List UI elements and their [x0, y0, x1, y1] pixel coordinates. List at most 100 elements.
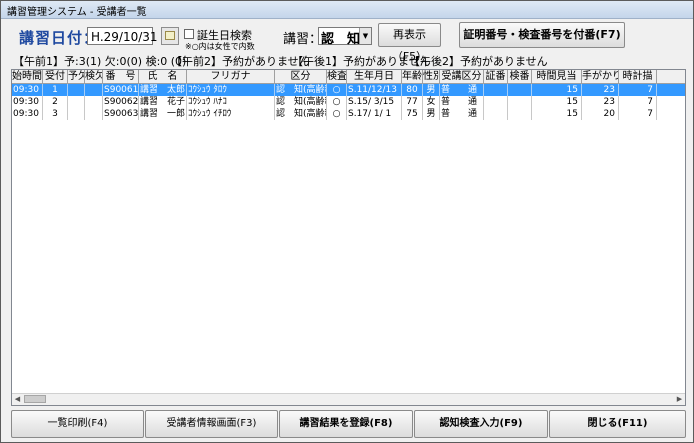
table-cell: 09:30 — [12, 96, 43, 108]
table-cell: 7 — [619, 84, 657, 96]
table-cell: 15 — [532, 84, 582, 96]
table-cell: 男 — [423, 84, 440, 96]
table-cell: ○ — [327, 84, 347, 96]
cognitive-test-input-button[interactable]: 認知検査入力(F9) — [414, 410, 548, 438]
tab-am2[interactable]: 【午前2】予約がありません — [171, 53, 310, 69]
column-header: 手がかり — [582, 70, 619, 83]
table-cell: ○ — [327, 108, 347, 120]
column-header: 性別 — [423, 70, 440, 83]
table-cell — [508, 108, 532, 120]
table-cell: 23 — [582, 96, 619, 108]
assign-numbers-button[interactable]: 証明番号・検査番号を付番(F7) — [459, 22, 625, 48]
table-cell: ｺｳｼｭｳ ﾊﾅｺ — [187, 96, 275, 108]
table-cell — [484, 84, 508, 96]
table-cell — [484, 96, 508, 108]
tab-pm2[interactable]: 【午後2】予約がありません — [409, 53, 548, 69]
table-cell: S90062 — [104, 96, 139, 108]
scroll-right-icon[interactable]: ▶ — [674, 394, 685, 405]
table-cell — [508, 96, 532, 108]
table-cell: 20 — [582, 108, 619, 120]
table-cell: 3 — [43, 108, 68, 120]
table-cell: 15 — [532, 108, 582, 120]
student-table[interactable]: 始時間受付予欠検欠番 号氏 名フリガナ区分検査生年月日年齢性別受講区分証番検番時… — [11, 69, 686, 406]
redisplay-button[interactable]: 再表示（F5） — [378, 23, 441, 63]
column-header: 検番 — [508, 70, 532, 83]
close-button[interactable]: 閉じる(F11) — [549, 410, 686, 438]
table-row[interactable]: 09:302 S90062講習 花子ｺｳｼｭｳ ﾊﾅｺ認 知(高齢新)○S.15/… — [12, 96, 685, 108]
course-value: 認 知 — [321, 32, 361, 47]
register-results-button[interactable]: 講習結果を登録(F8) — [279, 410, 413, 438]
horizontal-scrollbar[interactable]: ◀ ▶ — [12, 393, 685, 405]
scroll-thumb[interactable] — [24, 395, 46, 403]
table-cell: 2 — [43, 96, 68, 108]
table-cell: ｺｳｼｭｳ ﾀﾛｳ — [187, 84, 275, 96]
table-cell: S.11/12/13 — [347, 84, 402, 96]
table-cell: ｺｳｼｭｳ ｲﾁﾛｳ — [187, 108, 275, 120]
table-cell: 普 通 — [440, 96, 484, 108]
table-cell: 15 — [532, 96, 582, 108]
column-header: 検査 — [327, 70, 347, 83]
table-cell — [508, 84, 532, 96]
column-header: 受講区分 — [440, 70, 484, 83]
window-title: 講習管理システム - 受講者一覧 — [7, 7, 147, 18]
scroll-left-icon[interactable]: ◀ — [12, 394, 23, 405]
column-header: 年齢 — [402, 70, 423, 83]
table-header: 始時間受付予欠検欠番 号氏 名フリガナ区分検査生年月日年齢性別受講区分証番検番時… — [12, 70, 685, 84]
table-cell — [68, 108, 85, 120]
table-row[interactable]: 09:301 S90061講習 太郎ｺｳｼｭｳ ﾀﾛｳ認 知(高齢新)○S.11/… — [12, 84, 685, 96]
table-cell: 普 通 — [440, 84, 484, 96]
table-cell: 女 — [423, 96, 440, 108]
table-cell: S.15/ 3/15 — [347, 96, 402, 108]
table-cell: 講習 太郎 — [140, 84, 187, 96]
table-cell: S.17/ 1/ 1 — [347, 108, 402, 120]
column-header: 時計描 — [619, 70, 657, 83]
course-label: 講習： — [283, 32, 323, 47]
column-header: 受付 — [43, 70, 68, 83]
column-header: フリガナ — [187, 70, 275, 83]
column-header: 始時間 — [12, 70, 43, 83]
table-cell: 7 — [619, 108, 657, 120]
table-cell: 1 — [43, 84, 68, 96]
table-cell: 09:30 — [12, 108, 43, 120]
table-cell: 23 — [582, 84, 619, 96]
birthday-search-checkbox[interactable] — [184, 29, 194, 39]
table-cell — [85, 84, 103, 96]
table-cell: 77 — [402, 96, 423, 108]
table-cell: 普 通 — [440, 108, 484, 120]
main-window: 講習管理システム - 受講者一覧 講習日付： H.29/10/31 誕生日検索 … — [0, 0, 694, 443]
table-cell: 講習 一郎 — [140, 108, 187, 120]
table-cell: 講習 花子 — [140, 96, 187, 108]
table-row[interactable]: 09:303 S90063講習 一郎ｺｳｼｭｳ ｲﾁﾛｳ認 知(高齢新)○S.17… — [12, 108, 685, 120]
calendar-button[interactable] — [161, 27, 179, 45]
table-cell: ○ — [327, 96, 347, 108]
tab-am1[interactable]: 【午前1】予:3(1) 欠:0(0) 検:0 (0) — [13, 53, 186, 69]
column-header: 番 号 — [103, 70, 139, 83]
table-cell — [68, 96, 85, 108]
table-cell: 75 — [402, 108, 423, 120]
table-cell: 09:30 — [12, 84, 43, 96]
column-header: 予欠 — [68, 70, 85, 83]
course-select[interactable]: 認 知 ▼ — [318, 27, 372, 47]
table-cell: 80 — [402, 84, 423, 96]
print-list-button[interactable]: 一覧印刷(F4) — [11, 410, 144, 438]
table-cell — [85, 108, 103, 120]
table-cell: 認 知(高齢新) — [275, 108, 327, 120]
title-bar: 講習管理システム - 受講者一覧 — [1, 1, 693, 19]
calendar-icon — [165, 31, 175, 40]
table-cell — [68, 84, 85, 96]
table-cell: 男 — [423, 108, 440, 120]
column-header: 生年月日 — [347, 70, 402, 83]
table-cell: 認 知(高齢新) — [275, 84, 327, 96]
student-info-button[interactable]: 受講者情報画面(F3) — [145, 410, 278, 438]
column-header: 区分 — [275, 70, 327, 83]
table-cell: 7 — [619, 96, 657, 108]
table-cell: S90063 — [104, 108, 139, 120]
column-header: 時間見当 — [532, 70, 582, 83]
column-header: 証番 — [484, 70, 508, 83]
session-tabs: 【午前1】予:3(1) 欠:0(0) 検:0 (0) 【午前2】予約がありません… — [13, 53, 548, 69]
date-input[interactable]: H.29/10/31 — [87, 27, 158, 45]
column-header: 検欠 — [85, 70, 103, 83]
table-cell — [484, 108, 508, 120]
chevron-down-icon[interactable]: ▼ — [359, 28, 371, 44]
table-cell — [85, 96, 103, 108]
